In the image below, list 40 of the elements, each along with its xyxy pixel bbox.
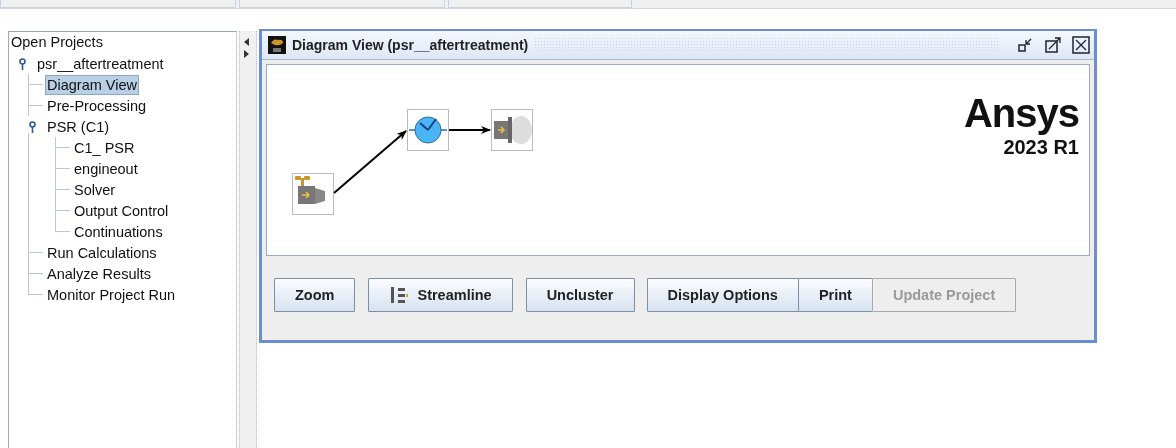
toolbar-button[interactable]: Zoom [274, 278, 356, 312]
expand-arrow-icon[interactable] [244, 50, 249, 58]
maximize-icon[interactable] [1044, 36, 1062, 54]
toolbar-button[interactable]: Display Options [646, 278, 799, 312]
collapse-arrow-icon[interactable] [244, 38, 249, 46]
expanded-handle-icon[interactable] [18, 57, 27, 70]
logo-name: Ansys [963, 91, 1079, 135]
tree-item[interactable]: Diagram View [45, 74, 139, 95]
tree-connector [28, 74, 42, 95]
tree-item[interactable]: psr__aftertreatment [35, 54, 166, 73]
tree-connector [55, 137, 69, 158]
tree-item[interactable]: Monitor Project Run [45, 285, 178, 304]
expanded-handle-icon[interactable] [28, 120, 37, 133]
valve-drawing[interactable] [292, 173, 334, 215]
tree-connector [28, 95, 42, 116]
toolbar-button[interactable]: Streamline [368, 278, 513, 312]
toolbar-button[interactable]: Uncluster [525, 278, 635, 312]
connector-arrow [448, 126, 491, 134]
tree-item[interactable]: Run Calculations [45, 243, 159, 262]
exhaust-drawing[interactable] [491, 109, 533, 151]
tree-item[interactable]: engineout [72, 159, 140, 178]
tree-connector [55, 158, 69, 179]
window-title: Diagram View (psr__aftertreatment) [292, 37, 529, 53]
tree-item[interactable]: Pre-Processing [45, 96, 149, 115]
tree-structure-icon [389, 286, 410, 304]
tree-item[interactable]: PSR (C1) [45, 117, 112, 136]
tree-item[interactable]: Solver [72, 180, 118, 199]
reactor-drawing[interactable] [407, 109, 449, 151]
tree-item[interactable]: Output Control [72, 201, 171, 220]
tree-connector [55, 179, 69, 200]
tree-item[interactable]: Continuations [72, 222, 165, 241]
restore-icon[interactable] [1016, 36, 1034, 54]
tree-item[interactable]: C1_ PSR [72, 138, 137, 157]
close-icon[interactable] [1072, 36, 1090, 54]
splitter-handle[interactable] [239, 31, 257, 448]
app-icon [268, 36, 286, 54]
toolbar-button[interactable]: Print [797, 278, 873, 312]
tree-root-label: Open Projects [10, 33, 104, 52]
logo-version: 2023 R1 [1003, 135, 1079, 159]
tree-item[interactable]: Analyze Results [45, 264, 153, 283]
